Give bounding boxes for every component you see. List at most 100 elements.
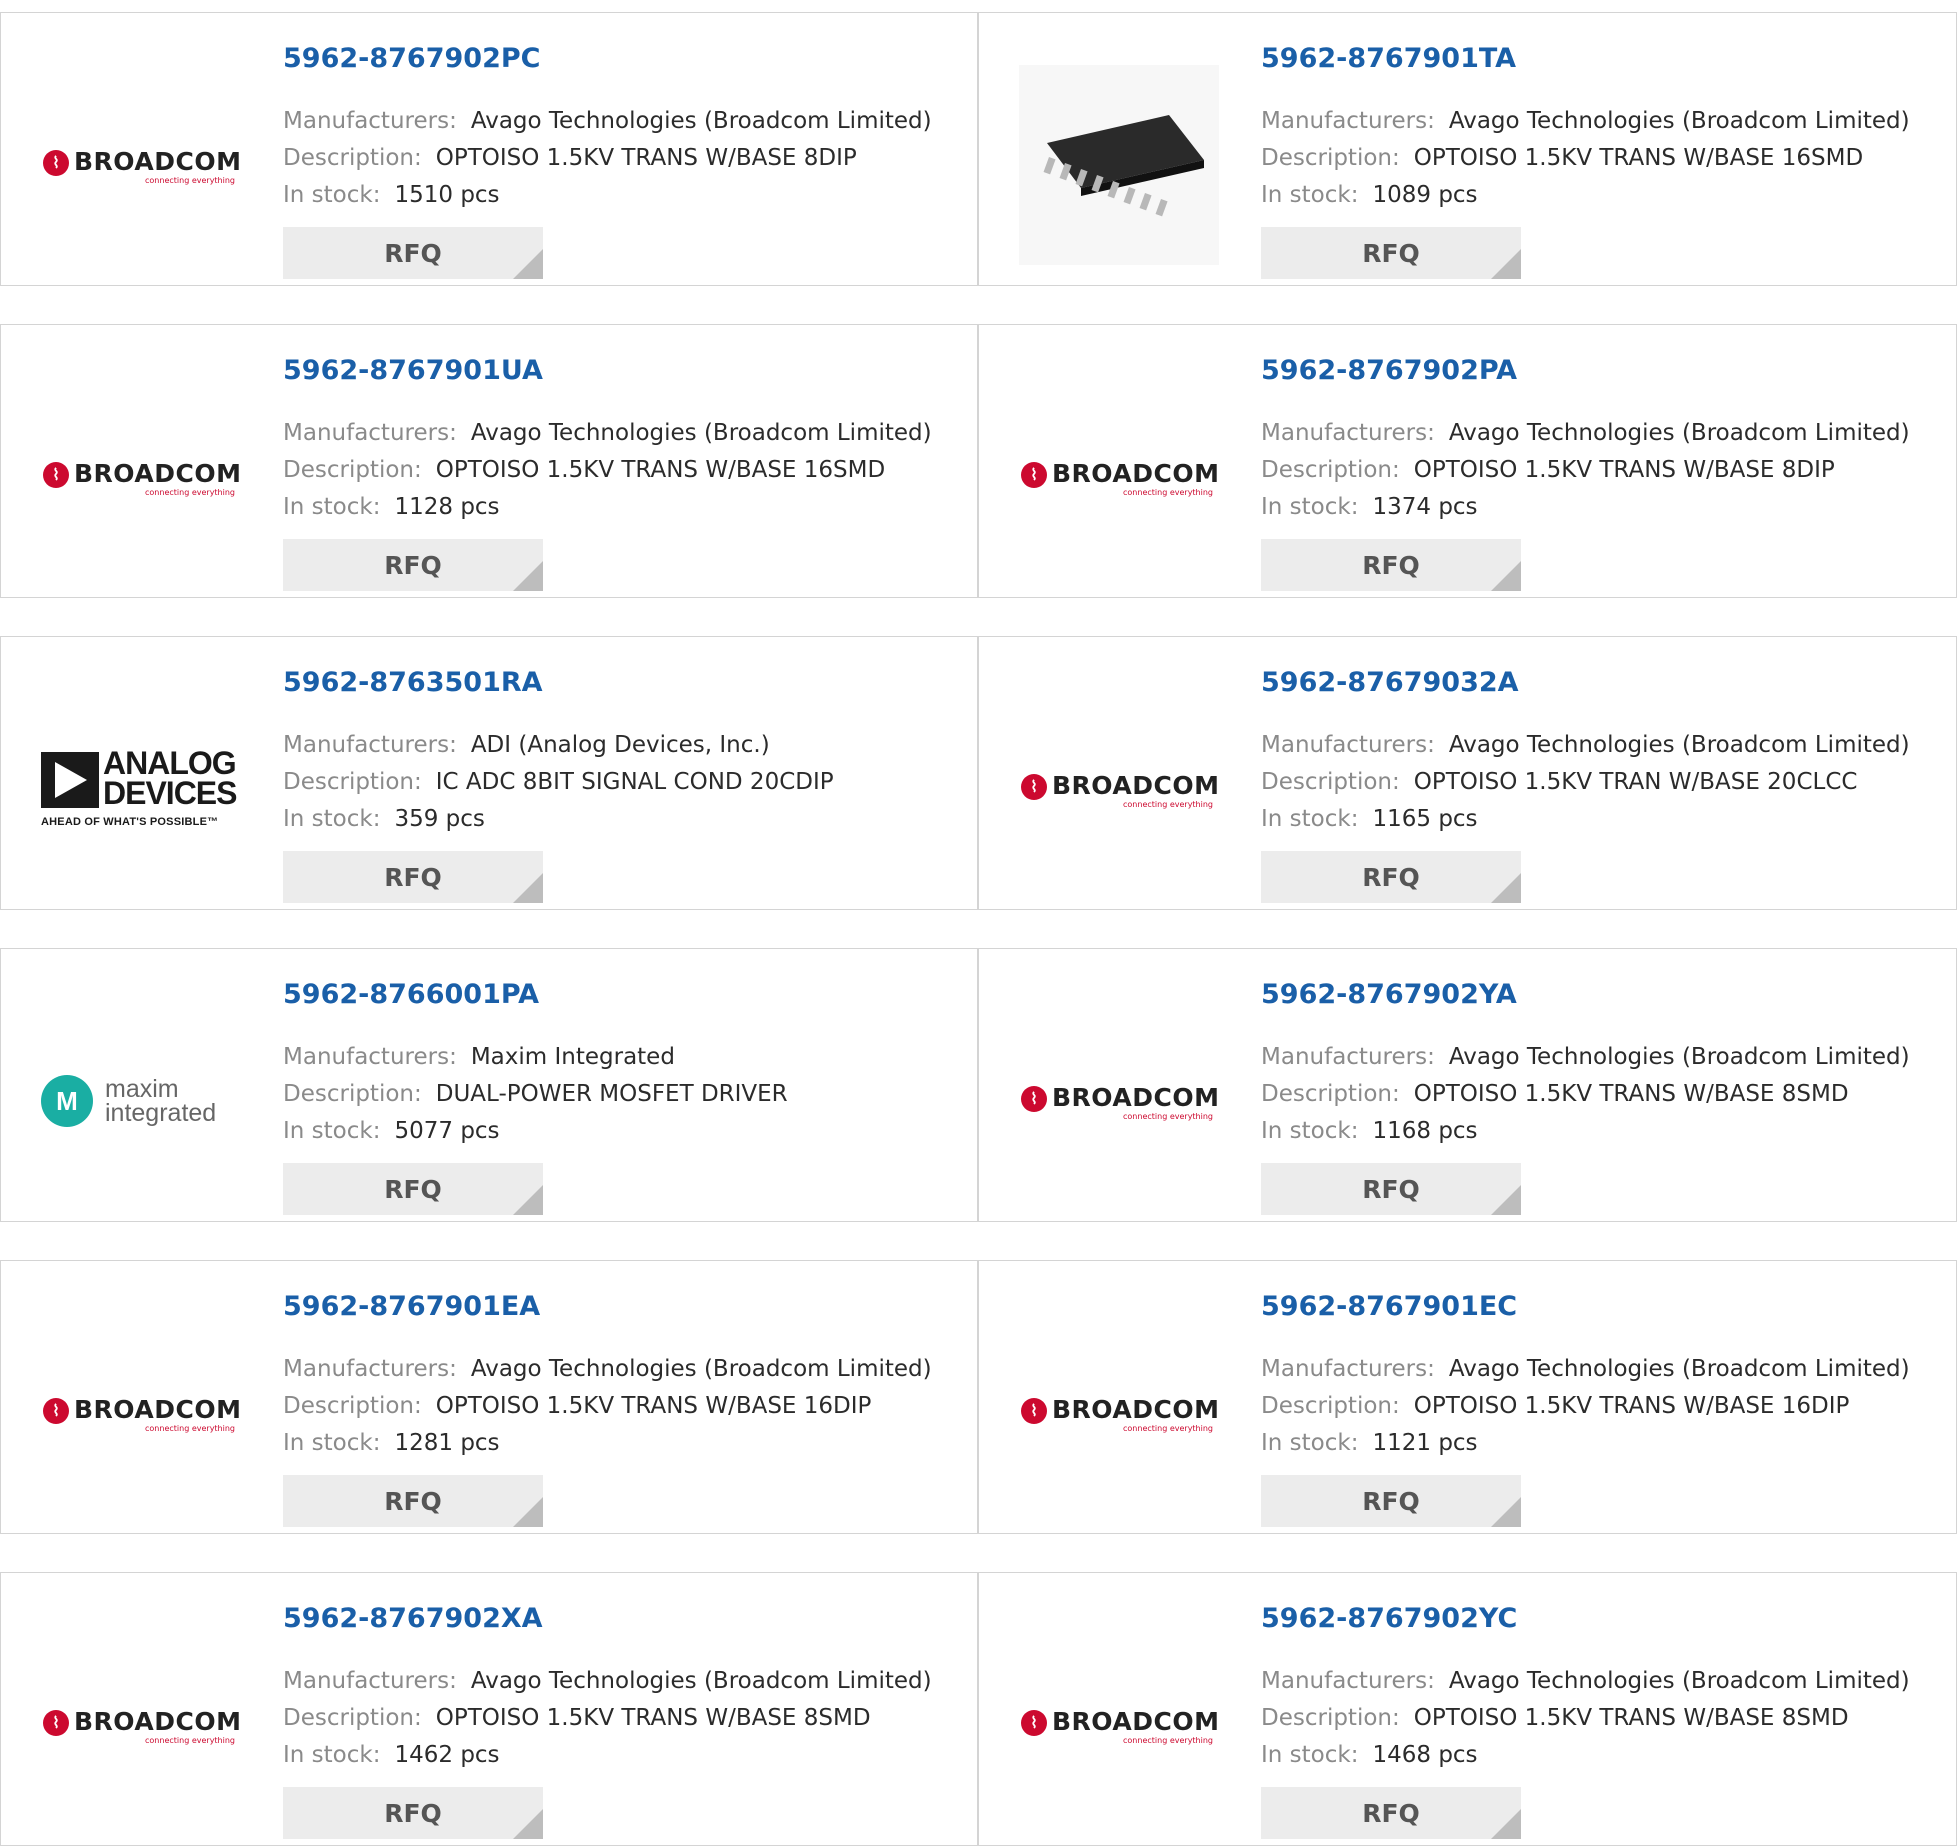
description-value: DUAL-POWER MOSFET DRIVER <box>435 1081 788 1107</box>
manufacturer-logo[interactable]: ANALOG DEVICES AHEAD OF WHAT'S POSSIBLE™ <box>41 689 241 889</box>
part-number-link[interactable]: 5962-8767902YC <box>1261 1603 1517 1634</box>
broadcom-logo: ⌇ BROADCOM connecting everything <box>1021 1705 1219 1745</box>
stock-value: 359 pcs <box>394 806 485 832</box>
analog-devices-logo: ANALOG DEVICES AHEAD OF WHAT'S POSSIBLE™ <box>41 744 241 834</box>
rfq-button[interactable]: RFQ <box>1261 539 1521 591</box>
manufacturer-row: Manufacturers: ADI (Analog Devices, Inc.) <box>283 730 770 760</box>
rfq-button[interactable]: RFQ <box>283 539 543 591</box>
stock-value: 1128 pcs <box>394 494 500 520</box>
part-number-link[interactable]: 5962-8767902PC <box>283 43 540 74</box>
broadcom-pulse-icon: ⌇ <box>43 1398 69 1424</box>
stock-label: In stock: <box>1261 1430 1359 1456</box>
product-card: Mmaxim integrated 5962-8766001PA Manufactur… <box>0 948 978 1222</box>
stock-value: 1165 pcs <box>1372 806 1478 832</box>
description-label: Description: <box>283 1393 422 1419</box>
manufacturer-value: Avago Technologies (Broadcom Limited) <box>470 108 932 134</box>
manufacturer-row: Manufacturers: Avago Technologies (Broadc… <box>283 418 932 448</box>
stock-label: In stock: <box>1261 1118 1359 1144</box>
part-number-link[interactable]: 5962-8767901UA <box>283 355 543 386</box>
manufacturer-logo[interactable]: Mmaxim integrated <box>41 1001 241 1201</box>
description-label: Description: <box>1261 145 1400 171</box>
manufacturer-value: Avago Technologies (Broadcom Limited) <box>470 1668 932 1694</box>
rfq-button[interactable]: RFQ <box>283 1787 543 1839</box>
analog-devices-triangle-icon <box>41 752 99 808</box>
rfq-label: RFQ <box>1362 1798 1420 1828</box>
stock-label: In stock: <box>1261 806 1359 832</box>
part-number-link[interactable]: 5962-8767902PA <box>1261 355 1517 386</box>
manufacturer-logo[interactable] <box>1019 65 1219 265</box>
corner-triangle-icon <box>1491 249 1521 279</box>
stock-row: In stock: 1510 pcs <box>283 180 500 210</box>
manufacturer-logo[interactable]: ⌇ BROADCOM connecting everything <box>1019 377 1219 577</box>
manufacturer-logo[interactable]: ⌇ BROADCOM connecting everything <box>41 1625 241 1825</box>
broadcom-tagline: connecting everything <box>1123 1112 1213 1121</box>
description-row: Description: OPTOISO 1.5KV TRANS W/BASE 1… <box>283 455 885 485</box>
part-number-link[interactable]: 5962-8767901EA <box>283 1291 540 1322</box>
broadcom-tagline: connecting everything <box>145 488 235 497</box>
stock-row: In stock: 1462 pcs <box>283 1740 500 1770</box>
stock-row: In stock: 1374 pcs <box>1261 492 1478 522</box>
stock-value: 1121 pcs <box>1372 1430 1478 1456</box>
broadcom-logo: ⌇ BROADCOM connecting everything <box>43 457 241 497</box>
manufacturer-row: Manufacturers: Avago Technologies (Broadc… <box>1261 1666 1910 1696</box>
manufacturer-logo[interactable]: ⌇ BROADCOM connecting everything <box>1019 1001 1219 1201</box>
rfq-button[interactable]: RFQ <box>1261 1163 1521 1215</box>
broadcom-tagline: connecting everything <box>145 176 235 185</box>
description-value: OPTOISO 1.5KV TRANS W/BASE 8SMD <box>1413 1705 1849 1731</box>
description-value: OPTOISO 1.5KV TRANS W/BASE 16DIP <box>435 1393 872 1419</box>
maxim-wordmark-line2: integrated <box>105 1099 217 1127</box>
stock-value: 1510 pcs <box>394 182 500 208</box>
manufacturer-logo[interactable]: ⌇ BROADCOM connecting everything <box>1019 689 1219 889</box>
part-number-link[interactable]: 5962-8767902XA <box>283 1603 543 1634</box>
manufacturer-logo[interactable]: ⌇ BROADCOM connecting everything <box>41 65 241 265</box>
manufacturer-label: Manufacturers: <box>1261 1668 1435 1694</box>
manufacturer-value: Avago Technologies (Broadcom Limited) <box>1448 1668 1910 1694</box>
manufacturer-value: Avago Technologies (Broadcom Limited) <box>1448 732 1910 758</box>
manufacturer-row: Manufacturers: Avago Technologies (Broadc… <box>283 1666 932 1696</box>
part-number-link[interactable]: 5962-8766001PA <box>283 979 539 1010</box>
broadcom-logo: ⌇ BROADCOM connecting everything <box>1021 457 1219 497</box>
broadcom-tagline: connecting everything <box>1123 1424 1213 1433</box>
broadcom-tagline: connecting everything <box>1123 488 1213 497</box>
part-number-link[interactable]: 5962-8767901EC <box>1261 1291 1517 1322</box>
rfq-label: RFQ <box>1362 1486 1420 1516</box>
product-card: ⌇ BROADCOM connecting everything 5962-87679… <box>978 1572 1957 1846</box>
description-value: OPTOISO 1.5KV TRANS W/BASE 16SMD <box>435 457 886 483</box>
manufacturer-label: Manufacturers: <box>1261 732 1435 758</box>
manufacturer-label: Manufacturers: <box>283 1044 457 1070</box>
description-value: IC ADC 8BIT SIGNAL COND 20CDIP <box>435 769 834 795</box>
part-number-link[interactable]: 5962-8767901TA <box>1261 43 1516 74</box>
corner-triangle-icon <box>1491 561 1521 591</box>
manufacturer-value: Avago Technologies (Broadcom Limited) <box>470 1356 932 1382</box>
rfq-label: RFQ <box>384 550 442 580</box>
rfq-button[interactable]: RFQ <box>1261 1787 1521 1839</box>
manufacturer-row: Manufacturers: Avago Technologies (Broadc… <box>283 106 932 136</box>
manufacturer-label: Manufacturers: <box>1261 420 1435 446</box>
product-card: ⌇ BROADCOM connecting everything 5962-87679… <box>978 324 1957 598</box>
manufacturer-logo[interactable]: ⌇ BROADCOM connecting everything <box>1019 1625 1219 1825</box>
rfq-button[interactable]: RFQ <box>283 1163 543 1215</box>
manufacturer-logo[interactable]: ⌇ BROADCOM connecting everything <box>1019 1313 1219 1513</box>
rfq-button[interactable]: RFQ <box>283 1475 543 1527</box>
broadcom-pulse-icon: ⌇ <box>43 150 69 176</box>
corner-triangle-icon <box>1491 873 1521 903</box>
manufacturer-row: Manufacturers: Avago Technologies (Broadc… <box>1261 1042 1910 1072</box>
rfq-button[interactable]: RFQ <box>1261 1475 1521 1527</box>
manufacturer-label: Manufacturers: <box>1261 1356 1435 1382</box>
product-row: ANALOG DEVICES AHEAD OF WHAT'S POSSIBLE™ 59… <box>0 636 1957 910</box>
rfq-label: RFQ <box>1362 238 1420 268</box>
manufacturer-logo[interactable]: ⌇ BROADCOM connecting everything <box>41 1313 241 1513</box>
broadcom-tagline: connecting everything <box>1123 800 1213 809</box>
description-row: Description: OPTOISO 1.5KV TRANS W/BASE 1… <box>1261 143 1863 173</box>
rfq-button[interactable]: RFQ <box>283 227 543 279</box>
part-number-link[interactable]: 5962-8763501RA <box>283 667 543 698</box>
broadcom-tagline: connecting everything <box>145 1736 235 1745</box>
part-number-link[interactable]: 5962-8767902YA <box>1261 979 1517 1010</box>
stock-value: 1281 pcs <box>394 1430 500 1456</box>
corner-triangle-icon <box>1491 1185 1521 1215</box>
rfq-button[interactable]: RFQ <box>1261 851 1521 903</box>
rfq-button[interactable]: RFQ <box>1261 227 1521 279</box>
manufacturer-logo[interactable]: ⌇ BROADCOM connecting everything <box>41 377 241 577</box>
part-number-link[interactable]: 5962-87679032A <box>1261 667 1519 698</box>
rfq-button[interactable]: RFQ <box>283 851 543 903</box>
